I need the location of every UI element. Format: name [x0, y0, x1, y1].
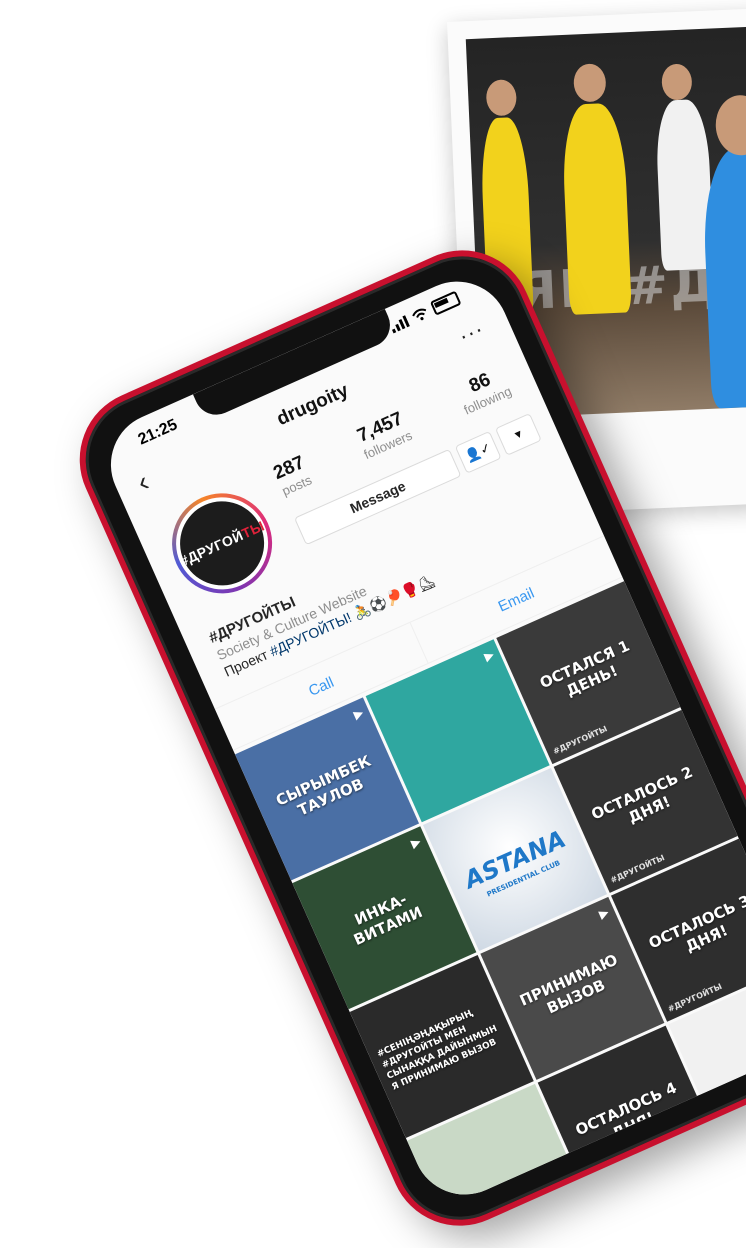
video-icon: ▶: [351, 705, 365, 722]
post-caption: ПРИНИМАЮ ВЫЗОВ: [508, 947, 636, 1030]
post-caption: ОСТАЛОСЬ 4 ДНЯ!: [566, 1076, 694, 1159]
battery-icon: [430, 291, 462, 316]
video-icon: ▶: [409, 834, 423, 851]
video-icon: ▶: [482, 647, 496, 664]
person-head: [573, 63, 607, 102]
avatar-logo: #ДРУГОЙТЫ: [167, 488, 278, 599]
person-head-smiling: [715, 94, 746, 156]
stat-posts[interactable]: 287 posts: [270, 452, 314, 499]
stat-followers[interactable]: 7,457 followers: [352, 408, 414, 463]
post-caption: ОСТАЛОСЬ 2 ДНЯ!: [582, 760, 710, 843]
post-caption: [442, 1150, 555, 1200]
avatar[interactable]: #ДРУГОЙТЫ: [156, 477, 288, 609]
stat-following[interactable]: 86 following: [453, 363, 514, 417]
status-time: 21:25: [136, 416, 181, 449]
post-caption: СЫРЫМБЕК ТАУЛОВ: [263, 747, 391, 830]
person-yellow-shirt-2: [561, 102, 632, 315]
person-head: [661, 63, 693, 100]
dropdown-icon[interactable]: ▾: [495, 413, 542, 456]
post-caption: #СЕНІҢӘҢАҚЫРЫҢ #ДРУГОЙТЫ МЕН СЫНАҚҚА ДАЙ…: [375, 999, 508, 1093]
post-hashtag: #ДРУГОЙТЫ: [593, 1169, 650, 1201]
video-icon: ▶: [597, 905, 611, 922]
post-caption: ОСТАЛОСЬ 3 ДНЯ!: [639, 889, 746, 972]
person-head: [486, 79, 518, 116]
wifi-icon: [410, 306, 429, 323]
post-caption: [401, 706, 514, 756]
post-caption: ИНКА-ВИТАМИ: [320, 876, 448, 959]
following-icon[interactable]: 👤✓: [455, 431, 502, 474]
signal-icon: [388, 315, 409, 333]
post-caption: ОСТАЛСЯ 1 ДЕНЬ!: [524, 631, 652, 714]
